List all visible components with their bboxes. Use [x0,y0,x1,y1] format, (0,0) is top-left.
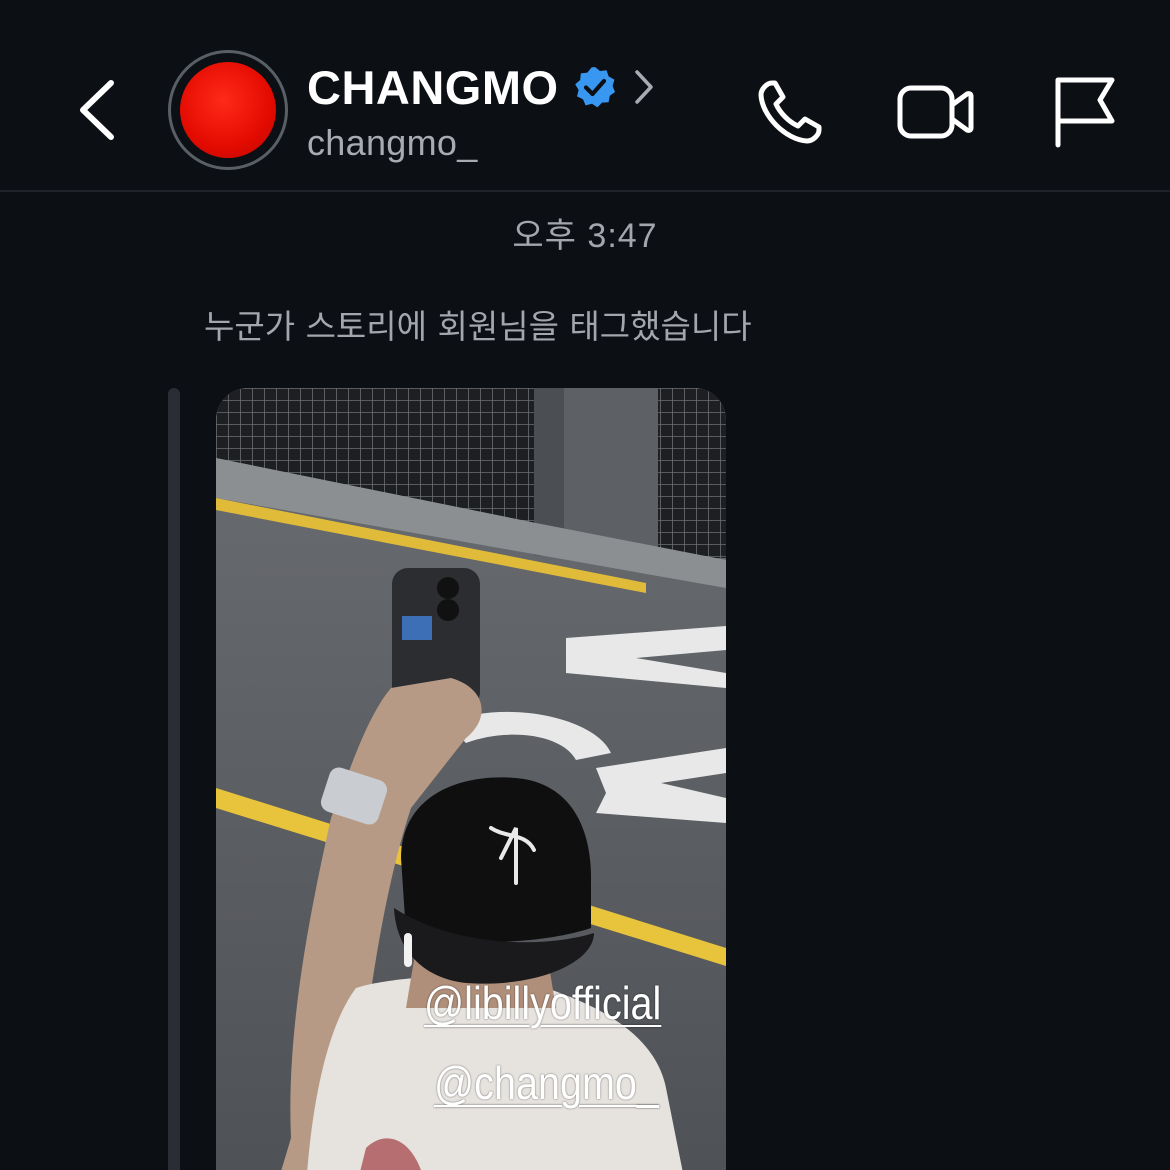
username: changmo_ [307,122,478,163]
story-photo [216,388,726,1170]
phone-icon [758,80,822,144]
back-button[interactable] [62,72,132,148]
story-reply-bar [168,388,180,1170]
message-timestamp: 오후 3:47 [512,217,658,255]
thread-header: CHANGMO changmo_ [0,0,1170,192]
story-tag-notice: 누군가 스토리에 회원님을 태그했습니다 [204,307,752,346]
avatar-image [180,62,276,158]
audio-call-button[interactable] [750,72,830,152]
profile-name-block[interactable]: CHANGMO changmo_ [307,58,707,164]
story-mention-card[interactable]: @libillyofficial @changmo_ [216,388,726,1170]
chevron-right-icon [633,68,655,106]
display-name: CHANGMO [307,60,559,114]
video-camera-icon [897,85,974,139]
story-mention-tag[interactable]: @libillyofficial [424,976,661,1030]
flag-icon [1055,77,1115,148]
report-button[interactable] [1043,72,1123,152]
video-call-button[interactable] [895,72,975,152]
verified-badge-icon [573,65,617,109]
profile-avatar[interactable] [168,50,288,170]
chevron-left-icon [80,80,114,140]
name-row: CHANGMO [307,58,707,116]
story-mention-tag[interactable]: @changmo_ [434,1056,659,1110]
dm-thread-screen: CHANGMO changmo_ 오후 3:47 누군가 스토리에 회원님을 태… [0,0,1170,1170]
